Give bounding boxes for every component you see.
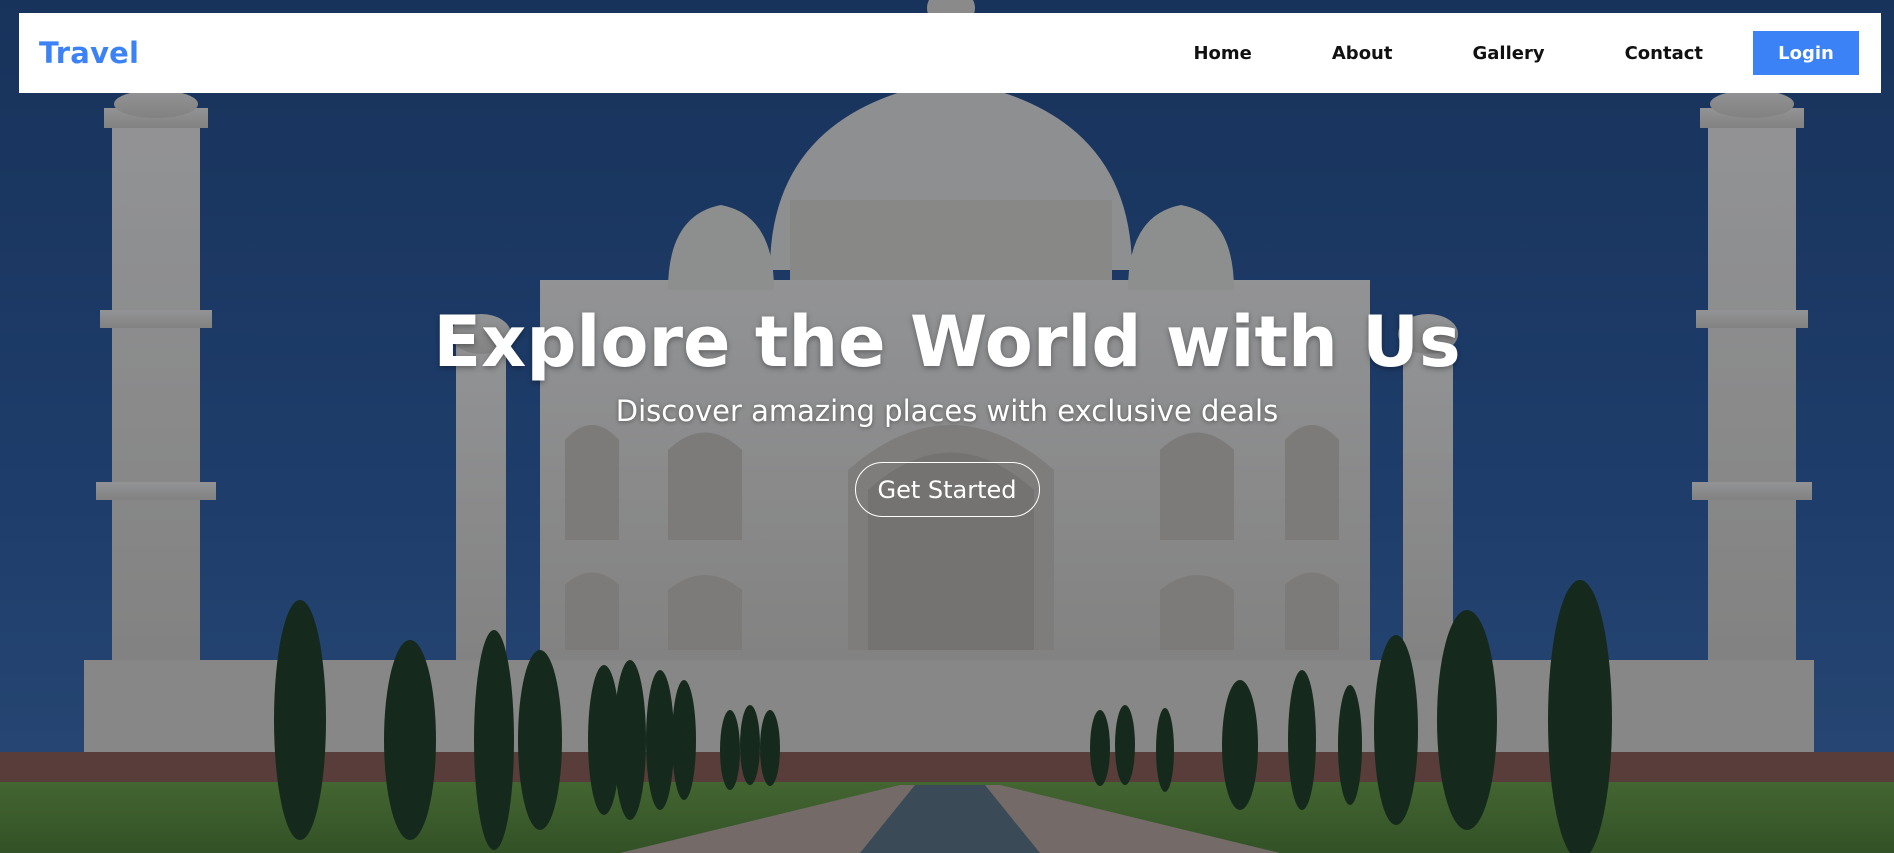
brand-logo-text[interactable]: Travel — [39, 36, 139, 70]
hero-content: Explore the World with Us Discover amazi… — [0, 300, 1894, 517]
hero-title: Explore the World with Us — [433, 301, 1461, 383]
nav-link-gallery[interactable]: Gallery — [1472, 43, 1544, 64]
nav-links: Home About Gallery Contact Login — [1193, 31, 1861, 75]
hero-section: Travel Home About Gallery Contact Login … — [0, 0, 1894, 853]
nav-link-contact[interactable]: Contact — [1625, 43, 1703, 64]
login-button[interactable]: Login — [1753, 31, 1859, 75]
hero-subtitle: Discover amazing places with exclusive d… — [615, 394, 1279, 428]
nav-link-about[interactable]: About — [1332, 43, 1393, 64]
top-navbar: Travel Home About Gallery Contact Login — [19, 13, 1881, 93]
get-started-button[interactable]: Get Started — [854, 462, 1040, 517]
nav-link-home[interactable]: Home — [1193, 43, 1251, 64]
